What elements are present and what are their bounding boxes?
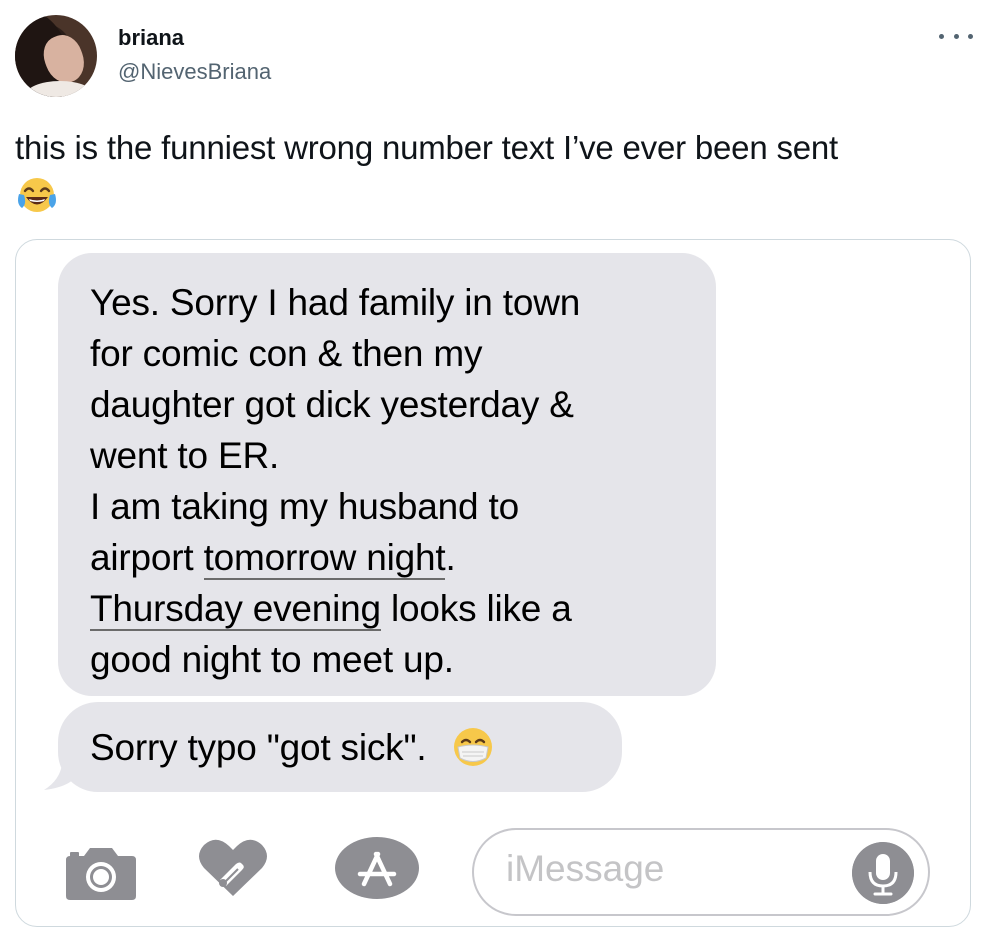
author-handle[interactable]: @NievesBriana [118, 59, 271, 85]
date-link[interactable]: tomorrow night [203, 537, 446, 580]
more-options-icon[interactable] [939, 29, 973, 43]
face-with-tears-of-joy-icon [18, 178, 56, 212]
message-text: Sorry typo "got sick". [90, 727, 427, 768]
app-store-icon[interactable] [334, 836, 420, 900]
message-toolbar: iMessage [16, 820, 970, 920]
message-line: for comic con & then my [90, 333, 483, 374]
tweet-header: briana @NievesBriana [15, 15, 975, 97]
microphone-icon[interactable] [852, 842, 914, 904]
camera-icon[interactable] [64, 842, 138, 902]
message-line: airport tomorrow night. [90, 532, 688, 583]
attached-screenshot[interactable]: Yes. Sorry I had family in town for comi… [15, 239, 971, 927]
message-line: Thursday evening looks like a [90, 583, 688, 634]
message-line: I am taking my husband to [90, 486, 519, 527]
tweet-text: this is the funniest wrong number text I… [15, 126, 975, 218]
author-name[interactable]: briana [118, 25, 184, 51]
message-text: airport [90, 537, 204, 578]
tweet-text-content: this is the funniest wrong number text I… [15, 129, 839, 166]
received-message-bubble: Sorry typo "got sick". [58, 702, 622, 792]
imessage-input[interactable]: iMessage [472, 828, 930, 916]
message-line: good night to meet up. [90, 639, 454, 680]
message-line: daughter got dick yesterday & [90, 384, 574, 425]
message-line: went to ER. [90, 435, 280, 476]
message-text: . [445, 537, 456, 578]
face-with-medical-mask-icon [453, 728, 492, 767]
received-message-bubble: Yes. Sorry I had family in town for comi… [58, 253, 716, 696]
message-text: looks like a [380, 588, 572, 629]
imessage-placeholder: iMessage [506, 848, 665, 889]
avatar[interactable] [15, 15, 97, 97]
message-line: Yes. Sorry I had family in town [90, 282, 581, 323]
date-link[interactable]: Thursday evening [90, 588, 381, 631]
digital-touch-heart-icon[interactable] [196, 834, 270, 900]
